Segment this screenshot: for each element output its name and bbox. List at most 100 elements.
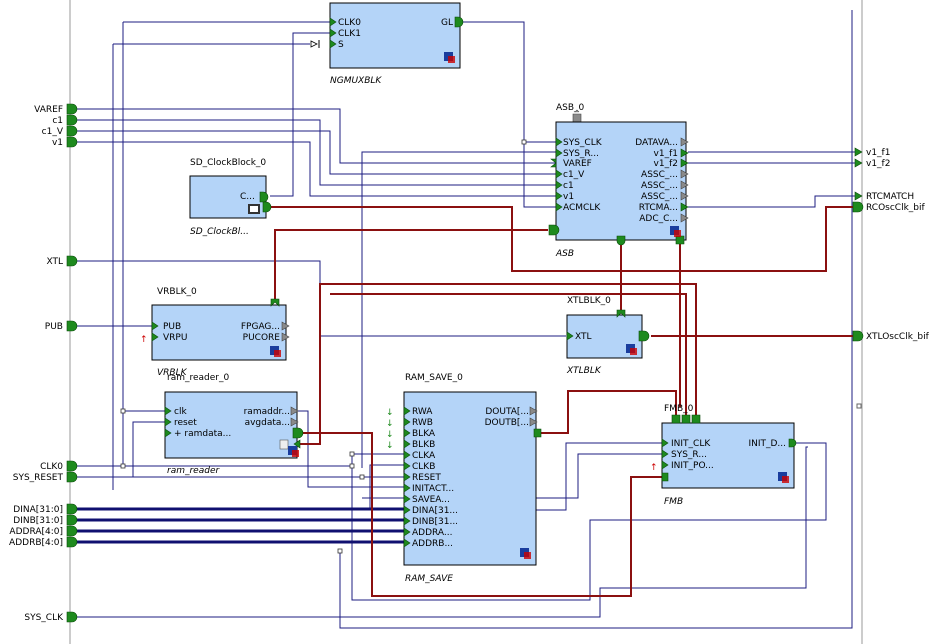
ram-save-pin-label: INITACT... [412,484,454,494]
port-rtcmatch-label: RTCMATCH [866,192,914,202]
port-v1-f2-label: v1_f2 [866,159,890,169]
port-sys-reset-label: SYS_RESET [13,473,64,483]
port-clk0[interactable]: CLK0 [40,460,78,472]
border-handle [856,403,862,409]
xtlblk-instance-label: XTLBLK_0 [567,296,611,306]
ram-reader-title: ram_reader [167,466,220,476]
port-dinb[interactable]: DINB[31:0] [13,514,78,526]
port-varef[interactable]: VAREF [34,103,78,115]
port-sys-clk-label: SYS_CLK [24,613,64,623]
svg-text:VAREF: VAREF [563,159,592,169]
sdclock-title: SD_ClockBl... [190,227,249,237]
port-dina[interactable]: DINA[31:0] [13,503,78,515]
ram-reader-ramdata-label: + ramdata... [174,429,231,439]
asb-instance-label: ASB_0 [556,103,585,113]
port-v1-label: v1 [52,138,63,148]
fmb-title: FMB [664,497,683,507]
ngmux-s-label: S [338,40,344,50]
xtlblk-title: XTLBLK [566,366,602,376]
asb-block[interactable]: ASB_0 SYS_CLK SYS_R... VAREF c1_V c1 v1 … [548,103,689,259]
ram-save-pin-label: DINB[31... [412,517,458,527]
port-addrb[interactable]: ADDRB[4:0] [9,536,78,548]
ram-save-pin-label: BLKA [412,429,436,439]
svg-text:ACMCLK: ACMCLK [563,203,601,213]
svg-text:ASSC_...: ASSC_... [641,181,678,191]
pull-down-icon: ↓ [386,441,394,451]
ngmux-gl-label: GL [441,18,453,28]
ngmux-clk0-label: CLK0 [338,18,361,28]
ram-save-doutb-label: DOUTB[... [485,418,529,428]
ram-reader-reset-label: reset [174,418,197,428]
port-addrb-label: ADDRB[4:0] [9,538,63,548]
port-sys-reset[interactable]: SYS_RESET [13,471,78,483]
ram-save-douta-label: DOUTA[... [485,407,529,417]
port-xtl[interactable]: XTL [46,255,78,267]
fmb-init-d-label: INIT_D... [748,439,786,449]
svg-text:v1_f1: v1_f1 [654,149,678,159]
ram-reader-clk-label: clk [174,407,187,417]
ram-reader-avgdata-label: avgdata... [245,418,290,428]
port-addra-label: ADDRA[4:0] [9,527,63,537]
svg-text:c1_V: c1_V [563,170,585,180]
port-sys-clk[interactable]: SYS_CLK [24,611,78,623]
ngmux-title: NGMUXBLK [330,76,382,86]
port-rcosc-label: RCOscClk_bif [866,203,926,213]
ram-save-pin-label: CLKB [412,462,435,472]
ram-save-instance-label: RAM_SAVE_0 [405,373,463,383]
vrblk-pucore-label: PUCORE [243,333,281,343]
vrblk-fpgag-label: FPGAG... [241,322,280,332]
pull-up-icon: ↑ [140,335,148,345]
port-c1-v-label: c1_V [42,127,64,137]
port-c1-v[interactable]: c1_V [42,125,78,137]
xtlblk-xtl-label: XTL [575,332,592,342]
port-addra[interactable]: ADDRA[4:0] [9,525,78,537]
ram-save-pin-label: ADDRB... [412,539,453,549]
svg-text:DATAVA...: DATAVA... [635,138,678,148]
ram-save-pin-label: RWB [412,418,433,428]
vrblk-vrpu-label: VRPU [163,333,187,343]
pull-down-icon: ↓ [386,408,394,418]
ram-save-pin-label: RESET [412,473,441,483]
schematic-canvas[interactable]: VAREF c1 c1_V v1 XTL PUB CLK0 SYS_RESET … [0,0,930,644]
sdclock-out-label: C... [240,192,255,202]
port-clk0-label: CLK0 [40,462,63,472]
file-icon [279,439,289,450]
pull-up-icon: ↑ [650,463,658,473]
port-v1-f1-label: v1_f1 [866,148,890,158]
ram-save-title: RAM_SAVE [405,574,453,584]
pull-down-icon: ↓ [386,419,394,429]
fmb-instance-label: FMB_0 [664,404,694,414]
port-xtlosc-label: XTLOscClk_bif [866,332,930,342]
sdclock-instance-label: SD_ClockBlock_0 [190,158,266,168]
port-pub-label: PUB [45,322,63,332]
vrblk-pub-label: PUB [163,322,181,332]
vrblk-instance-label: VRBLK_0 [157,287,197,297]
svg-text:ASSC_...: ASSC_... [641,170,678,180]
ram-save-pin-label: SAVEA... [412,495,450,505]
port-xtl-label: XTL [46,257,63,267]
ram-save-pin-label: DINA[31... [412,506,458,516]
port-varef-label: VAREF [34,105,63,115]
port-pub[interactable]: PUB [45,320,78,332]
ram-reader-instance-label: ram_reader_0 [167,373,229,383]
ngmux-clk1-label: CLK1 [338,29,361,39]
svg-text:ASSC_...: ASSC_... [641,192,678,202]
svg-text:SYS_CLK: SYS_CLK [563,138,603,148]
ram-save-pin-label: RWA [412,407,433,417]
ram-save-pin-label: BLKB [412,440,435,450]
fmb-sys-r-label: SYS_R... [671,450,707,460]
svg-text:v1: v1 [563,192,574,202]
svg-text:SYS_R...: SYS_R... [563,149,599,159]
fmb-init-po-label: INIT_PO... [671,461,714,471]
svg-text:v1_f2: v1_f2 [654,159,678,169]
port-dina-label: DINA[31:0] [13,505,63,515]
ram-save-pin-label: CLKA [412,451,436,461]
clock-icon [248,204,260,214]
ram-save-block[interactable]: RAM_SAVE_0 RWA ↓ RWB ↓ BLKA ↓ BLKB ↓ CLKACLKBRES… [386,373,542,584]
port-c1-label: c1 [52,116,63,126]
asb-title: ASB [555,249,574,259]
svg-text:RTCMA...: RTCMA... [639,203,678,213]
ram-save-pin-label: ADDRA... [412,528,453,538]
pull-down-icon: ↓ [386,430,394,440]
fmb-init-clk-label: INIT_CLK [671,439,711,449]
